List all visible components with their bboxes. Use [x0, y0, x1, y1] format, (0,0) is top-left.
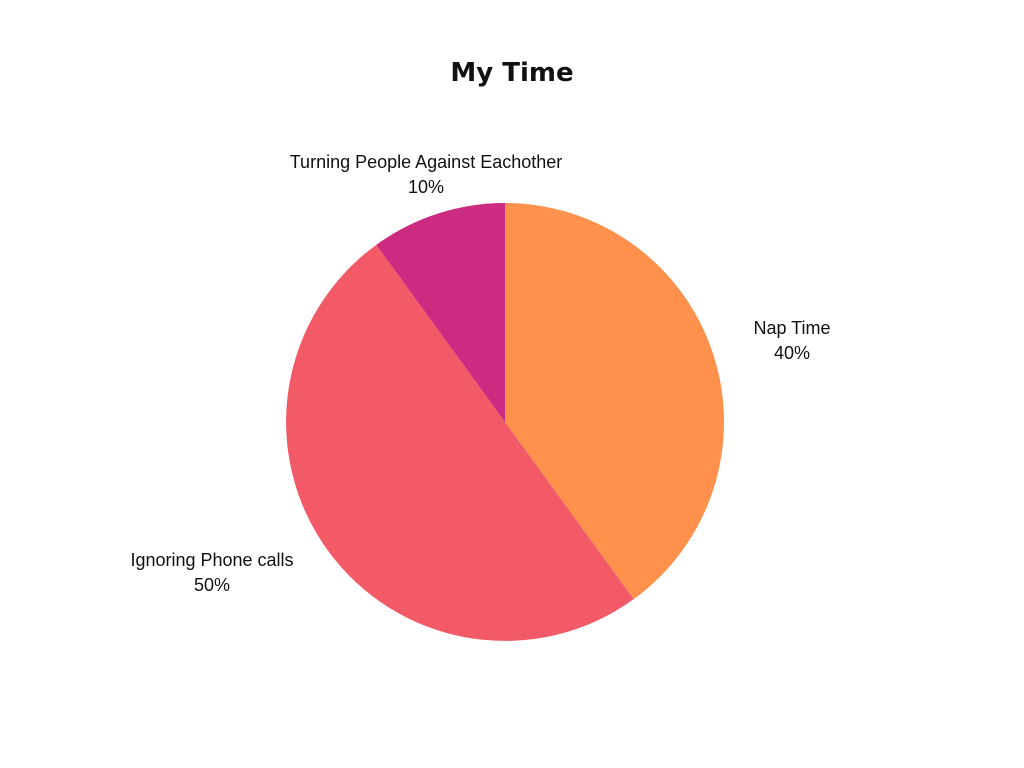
slice-label-ignoring-phone-calls: Ignoring Phone calls — [130, 550, 293, 570]
chart-container: My Time Nap Time 40% Ignoring Phone calls 5… — [0, 0, 1024, 768]
slice-percent-turning-people-against-eachother: 10% — [408, 177, 444, 197]
slice-percent-ignoring-phone-calls: 50% — [194, 575, 230, 595]
pie-chart: Nap Time 40% Ignoring Phone calls 50% Turnin… — [130, 152, 831, 641]
slice-label-nap-time: Nap Time — [753, 318, 830, 338]
pie-slices — [286, 203, 724, 641]
slice-percent-nap-time: 40% — [774, 343, 810, 363]
slice-label-turning-people-against-eachother: Turning People Against Eachother — [290, 152, 563, 172]
